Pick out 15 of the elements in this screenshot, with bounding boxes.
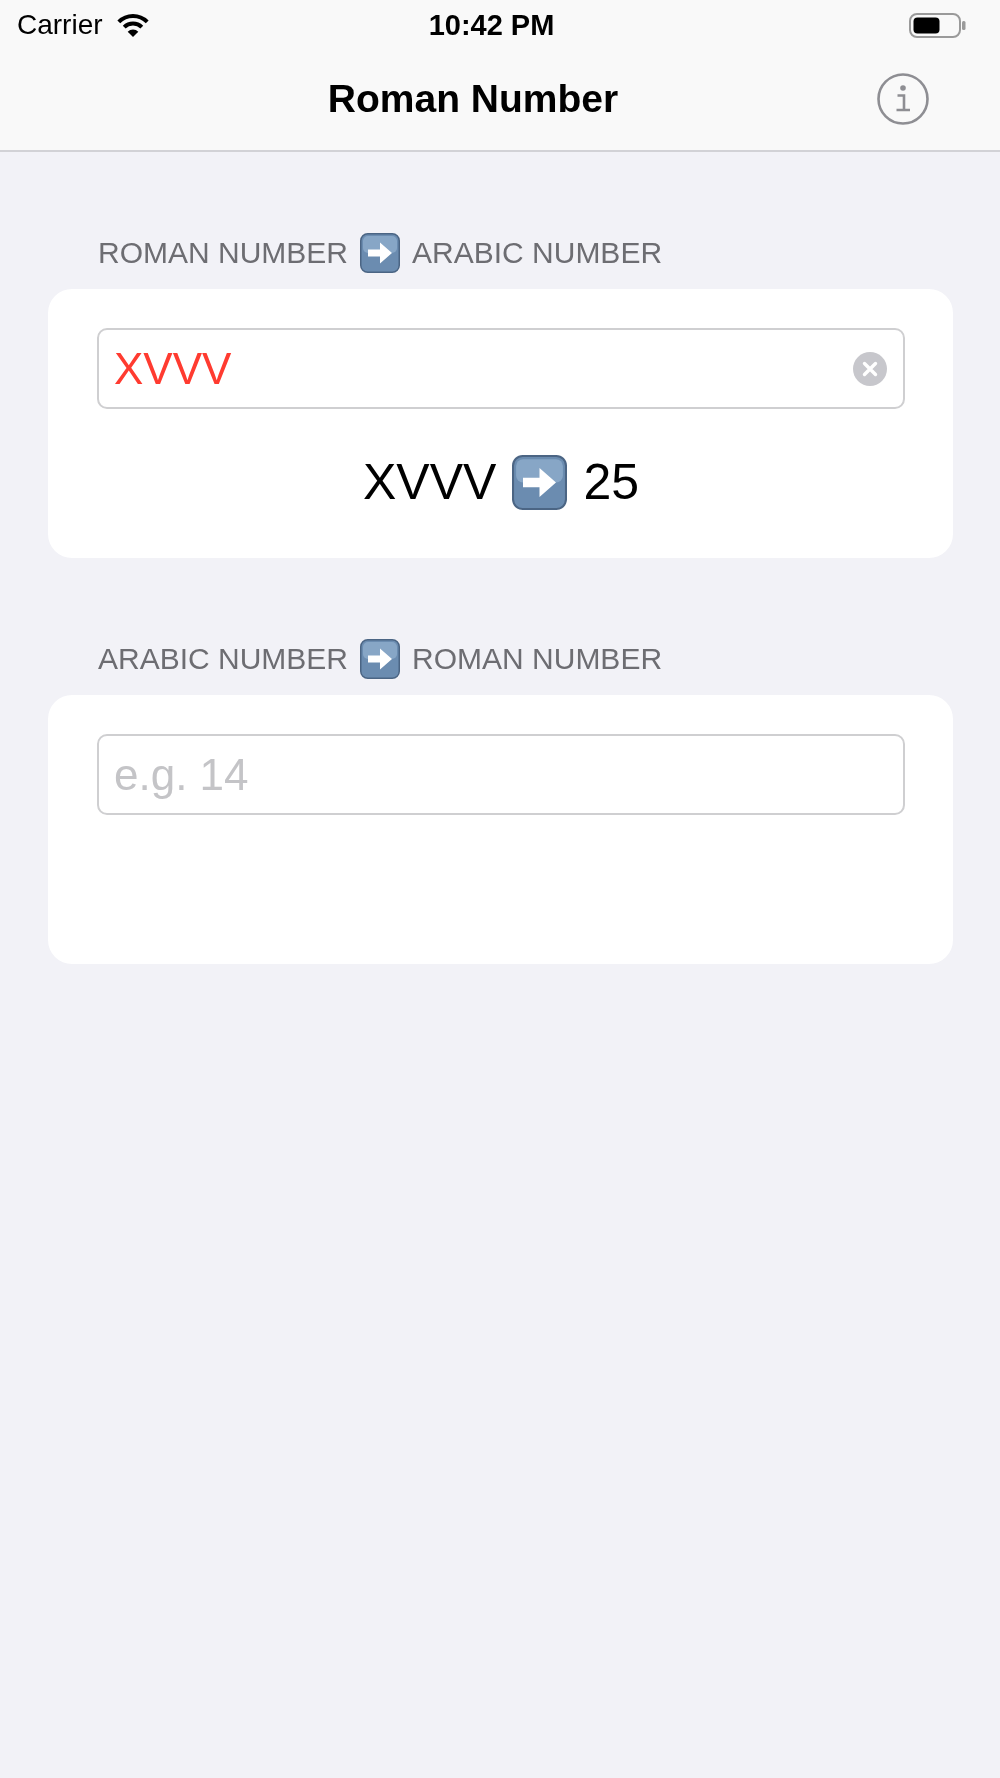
nav-title: Roman Number [327, 75, 619, 122]
time-text: 10:42 PM [428, 10, 555, 40]
section-header-text: ARABIC NUMBER [98, 641, 349, 677]
section-header-text: ARABIC NUMBER [412, 235, 663, 271]
wifi-icon [115, 12, 150, 38]
result-output-text: 25 [583, 453, 639, 512]
carrier-text: Carrier [17, 11, 103, 39]
roman-input-field[interactable]: XVVV [97, 328, 905, 409]
arabic-input-field[interactable]: e.g. 14 [97, 734, 905, 815]
battery-icon [909, 12, 966, 38]
section-header-text: ROMAN NUMBER [98, 235, 348, 271]
info-icon[interactable] [877, 73, 929, 125]
result-input-text: XVVV [363, 453, 497, 512]
section-header-text: ROMAN NUMBER [412, 641, 663, 677]
clear-icon[interactable] [853, 351, 887, 386]
